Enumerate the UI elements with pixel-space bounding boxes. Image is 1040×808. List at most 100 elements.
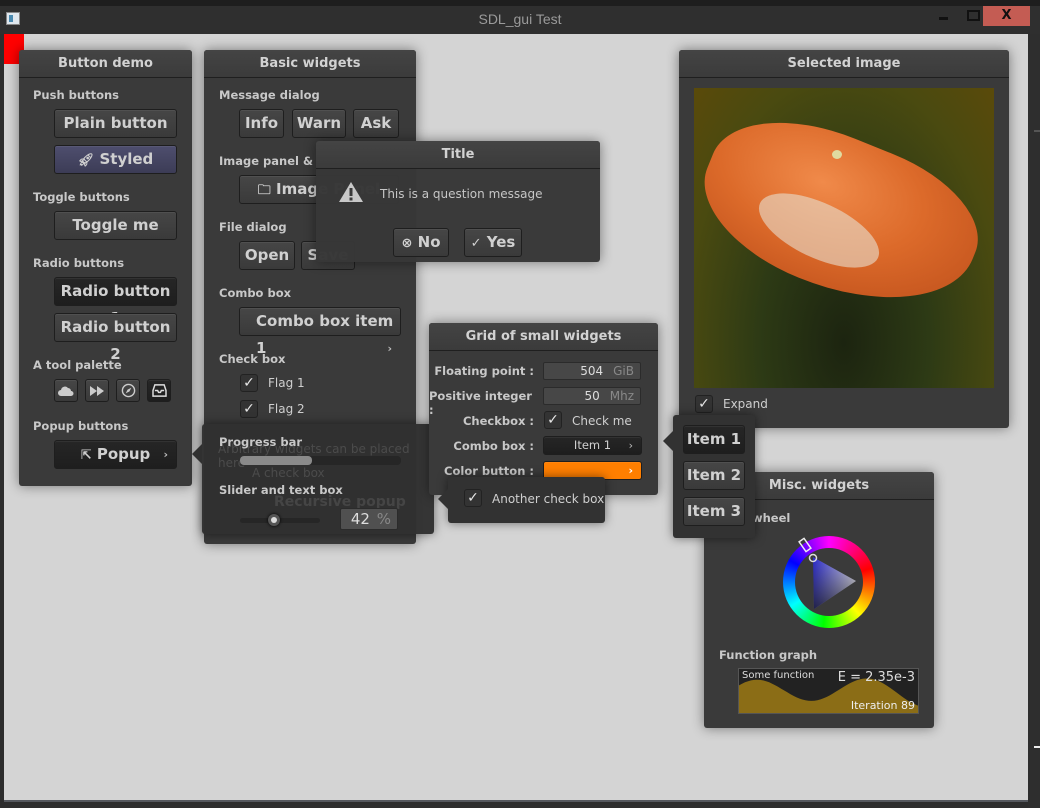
- close-circle-icon: ⊗: [401, 236, 413, 251]
- floating-point-value: 504: [580, 364, 604, 378]
- tool-palette-label: A tool palette: [33, 358, 122, 372]
- checkbox-label: Checkbox :: [462, 414, 534, 428]
- popup-arrow: [663, 431, 673, 451]
- dialog-no-button[interactable]: ⊗ No: [393, 228, 449, 257]
- graph-footer: Iteration 89: [850, 699, 915, 712]
- fast-forward-icon: [90, 386, 104, 396]
- toggle-button[interactable]: Toggle me: [54, 211, 177, 240]
- chevron-right-icon: ›: [628, 464, 633, 477]
- inbox-icon: [151, 384, 167, 397]
- dialog-yes-label: Yes: [486, 233, 516, 251]
- expand-label: Expand: [723, 397, 768, 411]
- flag1-checkbox[interactable]: ✓: [240, 374, 258, 392]
- another-checkbox-label: Another check box: [492, 492, 605, 506]
- floating-point-unit: GiB: [613, 364, 634, 378]
- color-triangle[interactable]: [783, 536, 875, 628]
- positive-integer-label: Positive integer :: [429, 389, 532, 417]
- slider-value: 42: [350, 510, 370, 528]
- app-canvas: Button demo Push buttons Plain button 🚀︎…: [4, 34, 1028, 802]
- floating-point-label: Floating point :: [434, 364, 534, 378]
- popup-arrow: [438, 489, 448, 509]
- combo-item-3[interactable]: Item 3: [683, 497, 745, 526]
- selected-image: [694, 88, 994, 388]
- dialog-message: This is a question message: [380, 187, 543, 201]
- positive-integer-unit: Mhz: [609, 389, 634, 403]
- maximize-button[interactable]: [958, 6, 986, 26]
- grid-combo-value: Item 1: [573, 438, 612, 452]
- push-buttons-label: Push buttons: [33, 88, 119, 102]
- chevron-right-icon: ›: [628, 439, 633, 452]
- export-icon: ⇱: [80, 448, 92, 463]
- toggle-buttons-label: Toggle buttons: [33, 190, 130, 204]
- combo-popup: Item 1 Item 2 Item 3: [663, 415, 755, 538]
- tool-compass-button[interactable]: [116, 379, 140, 402]
- cloud-icon: [58, 386, 74, 396]
- flag2-checkbox[interactable]: ✓: [240, 400, 258, 418]
- progress-bar-label: Progress bar: [219, 435, 303, 449]
- warn-button[interactable]: Warn: [292, 109, 346, 138]
- radio-button-2[interactable]: Radio button 2: [54, 313, 177, 363]
- info-button[interactable]: Info: [239, 109, 284, 138]
- folder-icon: 🗀︎: [257, 183, 271, 198]
- nested-popup: ✓ Another check box: [438, 477, 605, 523]
- slider[interactable]: [240, 514, 320, 526]
- check-me-label: Check me: [572, 414, 632, 428]
- window-header: Basic widgets: [204, 50, 416, 78]
- open-button[interactable]: Open: [239, 241, 295, 270]
- title-bar: SDL_gui Test X: [0, 6, 1040, 34]
- compass-icon: [121, 383, 135, 398]
- window-title: SDL_gui Test: [478, 11, 562, 27]
- expand-checkbox[interactable]: ✓: [695, 395, 713, 413]
- positive-integer-value: 50: [584, 389, 600, 403]
- slider-textbox[interactable]: 42 %: [340, 508, 398, 530]
- minimize-button[interactable]: [930, 6, 958, 26]
- progress-bar-fill: [240, 456, 313, 465]
- color-wheel-label: wheel: [752, 511, 791, 525]
- flag2-label: Flag 2: [268, 402, 305, 416]
- slider-unit: %: [376, 510, 391, 528]
- window-header: Button demo: [19, 50, 192, 78]
- chevron-right-icon: ›: [163, 448, 168, 461]
- slider-knob[interactable]: [267, 514, 280, 526]
- combo-box[interactable]: Combo box item 1 ›: [239, 307, 401, 357]
- ghost-check-box: A check box: [252, 466, 325, 480]
- tool-fast-forward-button[interactable]: [85, 379, 109, 402]
- positive-integer-input[interactable]: 50 Mhz: [543, 387, 641, 405]
- button-demo-window: Button demo Push buttons Plain button 🚀︎…: [19, 50, 192, 486]
- check-box-label: Check box: [219, 352, 286, 366]
- plain-button[interactable]: Plain button: [54, 109, 177, 138]
- check-icon: ✓: [470, 236, 482, 251]
- tool-inbox-button[interactable]: [147, 379, 171, 402]
- another-checkbox[interactable]: ✓: [464, 489, 482, 507]
- dialog-yes-button[interactable]: ✓ Yes: [464, 228, 522, 257]
- grid-combo-label: Combo box :: [453, 439, 534, 453]
- grid-combo-box[interactable]: Item 1 ›: [543, 436, 642, 455]
- color-button-label: Color button :: [444, 464, 534, 478]
- message-dialog-label: Message dialog: [219, 88, 320, 102]
- window-header: Grid of small widgets: [429, 323, 658, 351]
- styled-button[interactable]: 🚀︎ Styled: [54, 145, 177, 174]
- combo-item-2[interactable]: Item 2: [683, 461, 745, 490]
- graph-caption: Some function: [742, 670, 815, 681]
- check-me-checkbox[interactable]: ✓: [544, 411, 562, 429]
- flag1-label: Flag 1: [268, 376, 305, 390]
- close-button[interactable]: X: [983, 6, 1030, 26]
- color-wheel[interactable]: [783, 536, 875, 628]
- rocket-icon: 🚀︎: [77, 153, 95, 168]
- message-dialog: Title This is a question message ⊗ No ✓ …: [316, 141, 600, 262]
- popup-arrow: [192, 444, 202, 464]
- dialog-no-label: No: [417, 233, 441, 251]
- floating-point-input[interactable]: 504 GiB: [543, 362, 641, 380]
- tool-cloud-button[interactable]: [54, 379, 78, 402]
- combo-item-1[interactable]: Item 1: [683, 425, 745, 454]
- window-header: Selected image: [679, 50, 1009, 78]
- ask-button[interactable]: Ask: [353, 109, 399, 138]
- slider-label: Slider and text box: [219, 483, 343, 497]
- radio-buttons-label: Radio buttons: [33, 256, 125, 270]
- popup-button[interactable]: ⇱ Popup ›: [54, 440, 177, 469]
- right-edge: [1028, 34, 1040, 808]
- grid-widgets-window: Grid of small widgets Floating point : 5…: [429, 323, 658, 495]
- selected-image-window: Selected image ✓ Expand: [679, 50, 1009, 428]
- radio-button-1[interactable]: Radio button 1: [54, 277, 177, 327]
- chevron-right-icon: ›: [387, 342, 392, 355]
